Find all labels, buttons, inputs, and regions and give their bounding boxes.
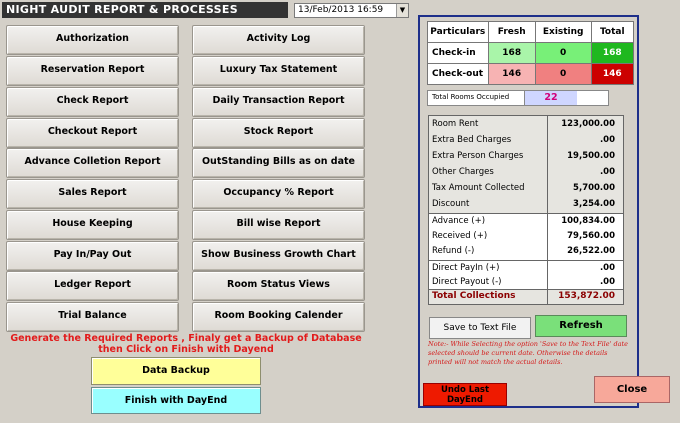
finance-row: Extra Bed Charges .00 bbox=[429, 133, 623, 149]
finance-value: .00 bbox=[599, 263, 615, 273]
finance-row: Other Charges .00 bbox=[429, 165, 623, 181]
checkin-label: Check-in bbox=[427, 42, 489, 64]
finance-row: Extra Person Charges 19,500.00 bbox=[429, 149, 623, 165]
pay-in-pay-out-button[interactable]: Pay In/Pay Out bbox=[6, 241, 179, 271]
rooms-occupied-value: 22 bbox=[524, 91, 577, 105]
finance-value: 19,500.00 bbox=[567, 151, 615, 161]
finance-row: Room Rent 123,000.00 bbox=[429, 117, 623, 133]
charges-group: Room Rent 123,000.00 Extra Bed Charges .00… bbox=[429, 116, 623, 213]
finance-label: Advance (+) bbox=[432, 216, 486, 226]
finance-value: 100,834.00 bbox=[561, 216, 615, 226]
reservation-report-button[interactable]: Reservation Report bbox=[6, 56, 179, 86]
house-keeping-button[interactable]: House Keeping bbox=[6, 210, 179, 240]
finance-row: Refund (-) 26,522.00 bbox=[429, 244, 623, 260]
authorization-button[interactable]: Authorization bbox=[6, 25, 179, 55]
close-button[interactable]: Close bbox=[594, 376, 670, 403]
bill-wise-report-button[interactable]: Bill wise Report bbox=[192, 210, 365, 240]
rooms-occupied-box: Total Rooms Occupied 22 bbox=[427, 90, 609, 106]
checkout-fresh: 146 bbox=[487, 63, 536, 85]
checkin-fresh: 168 bbox=[487, 42, 536, 64]
sales-report-button[interactable]: Sales Report bbox=[6, 179, 179, 209]
finance-value: .00 bbox=[599, 135, 615, 145]
header-fresh: Fresh bbox=[487, 21, 536, 43]
instruction-note: Generate the Required Reports , Finaly g… bbox=[10, 333, 362, 355]
trial-balance-button[interactable]: Trial Balance bbox=[6, 302, 179, 332]
data-backup-button[interactable]: Data Backup bbox=[91, 357, 261, 385]
header-existing: Existing bbox=[534, 21, 592, 43]
finance-value: 3,254.00 bbox=[573, 199, 615, 209]
finish-dayend-button[interactable]: Finish with DayEnd bbox=[91, 387, 261, 414]
collections-summary: Room Rent 123,000.00 Extra Bed Charges .00… bbox=[428, 115, 624, 305]
chevron-down-icon[interactable]: ▼ bbox=[396, 4, 408, 17]
ledger-report-button[interactable]: Ledger Report bbox=[6, 271, 179, 301]
advance-collection-report-button[interactable]: Advance Colletion Report bbox=[6, 148, 179, 178]
finance-row: Tax Amount Collected 5,700.00 bbox=[429, 181, 623, 197]
undo-last-dayend-button[interactable]: Undo Last DayEnd bbox=[423, 383, 507, 406]
finance-label: Refund (-) bbox=[432, 246, 475, 256]
checkout-total: 146 bbox=[590, 63, 635, 85]
total-collections-value: 153,872.00 bbox=[558, 291, 615, 301]
outstanding-bills-button[interactable]: OutStanding Bills as on date bbox=[192, 148, 365, 178]
finance-label: Received (+) bbox=[432, 231, 488, 241]
refresh-button[interactable]: Refresh bbox=[535, 315, 627, 337]
finance-label: Extra Person Charges bbox=[432, 151, 524, 161]
date-select[interactable]: 13/Feb/2013 16:59 ▼ bbox=[294, 3, 409, 18]
window-title: NIGHT AUDIT REPORT & PROCESSES bbox=[2, 2, 288, 18]
column-divider bbox=[547, 116, 548, 304]
activity-log-button[interactable]: Activity Log bbox=[192, 25, 365, 55]
checkout-label: Check-out bbox=[427, 63, 489, 85]
checkin-checkout-table: Particulars Fresh Existing Total Check-i… bbox=[427, 21, 635, 85]
occupancy-report-button[interactable]: Occupancy % Report bbox=[192, 179, 365, 209]
finance-label: Discount bbox=[432, 199, 470, 209]
total-collections-row: Total Collections 153,872.00 bbox=[429, 290, 623, 304]
finance-value: 79,560.00 bbox=[567, 231, 615, 241]
stock-report-button[interactable]: Stock Report bbox=[192, 118, 365, 148]
finance-value: .00 bbox=[599, 167, 615, 177]
finance-label: Other Charges bbox=[432, 167, 494, 177]
save-note: Note:- While Selecting the option 'Save … bbox=[428, 340, 628, 366]
rooms-occupied-label: Total Rooms Occupied bbox=[432, 93, 510, 101]
room-booking-calendar-button[interactable]: Room Booking Calender bbox=[192, 302, 365, 332]
daily-transaction-report-button[interactable]: Daily Transaction Report bbox=[192, 87, 365, 117]
header-total: Total bbox=[590, 21, 635, 43]
business-growth-chart-button[interactable]: Show Business Growth Chart bbox=[192, 241, 365, 271]
header-particulars: Particulars bbox=[427, 21, 489, 43]
save-to-text-file-button[interactable]: Save to Text File bbox=[429, 317, 531, 339]
room-status-views-button[interactable]: Room Status Views bbox=[192, 271, 365, 301]
checkin-existing: 0 bbox=[534, 42, 592, 64]
finance-value: 26,522.00 bbox=[567, 246, 615, 256]
luxury-tax-statement-button[interactable]: Luxury Tax Statement bbox=[192, 56, 365, 86]
finance-value: 123,000.00 bbox=[561, 119, 615, 129]
finance-label: Tax Amount Collected bbox=[432, 183, 525, 193]
finance-row: Received (+) 79,560.00 bbox=[429, 229, 623, 245]
finance-value: 5,700.00 bbox=[573, 183, 615, 193]
finance-row: Advance (+) 100,834.00 bbox=[429, 214, 623, 230]
checkout-existing: 0 bbox=[534, 63, 592, 85]
finance-label: Room Rent bbox=[432, 119, 479, 129]
finance-label: Direct PayIn (+) bbox=[432, 263, 500, 273]
finance-label: Direct Payout (-) bbox=[432, 277, 502, 287]
finance-value: .00 bbox=[599, 277, 615, 287]
finance-row: Discount 3,254.00 bbox=[429, 197, 623, 213]
finance-label: Extra Bed Charges bbox=[432, 135, 512, 145]
checkout-report-button[interactable]: Checkout Report bbox=[6, 118, 179, 148]
summary-panel: Particulars Fresh Existing Total Check-i… bbox=[418, 15, 670, 408]
checkin-total: 168 bbox=[590, 42, 635, 64]
check-report-button[interactable]: Check Report bbox=[6, 87, 179, 117]
total-collections-label: Total Collections bbox=[432, 291, 516, 301]
date-value: 13/Feb/2013 16:59 bbox=[298, 5, 384, 15]
